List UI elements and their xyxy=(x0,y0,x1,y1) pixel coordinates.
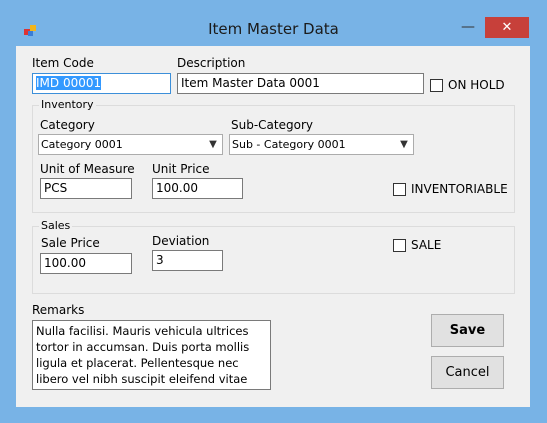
remarks-textarea[interactable]: Nulla facilisi. Mauris vehicula ultrices… xyxy=(32,320,271,390)
item-code-label: Item Code xyxy=(32,56,94,70)
sale-label: SALE xyxy=(411,238,442,252)
inventoriable-checkbox[interactable] xyxy=(393,183,406,196)
sub-category-dropdown[interactable]: Sub - Category 0001 ▼ xyxy=(229,134,414,155)
description-label: Description xyxy=(177,56,246,70)
deviation-field[interactable]: 3 xyxy=(152,250,223,271)
save-button[interactable]: Save xyxy=(431,314,504,347)
unit-of-measure-field[interactable]: PCS xyxy=(40,178,132,199)
item-code-value: IMD 00001 xyxy=(36,76,102,90)
minimize-button[interactable]: — xyxy=(455,18,481,38)
item-code-field[interactable]: IMD 00001 xyxy=(32,73,171,94)
on-hold-checkbox[interactable] xyxy=(430,79,443,92)
sub-category-label: Sub-Category xyxy=(231,118,313,132)
description-field[interactable]: Item Master Data 0001 xyxy=(177,73,424,94)
unit-of-measure-label: Unit of Measure xyxy=(40,162,135,176)
unit-price-label: Unit Price xyxy=(152,162,210,176)
remarks-label: Remarks xyxy=(32,303,85,317)
category-dropdown[interactable]: Category 0001 ▼ xyxy=(38,134,223,155)
deviation-label: Deviation xyxy=(152,234,210,248)
sales-group-title: Sales xyxy=(39,219,73,232)
form-body: Item Code IMD 00001 Description Item Mas… xyxy=(16,46,530,407)
inventoriable-label: INVENTORIABLE xyxy=(411,182,508,196)
category-value: Category 0001 xyxy=(41,138,123,151)
sale-price-label: Sale Price xyxy=(41,236,100,250)
cancel-button[interactable]: Cancel xyxy=(431,356,504,389)
unit-price-field[interactable]: 100.00 xyxy=(152,178,243,199)
chevron-down-icon: ▼ xyxy=(400,139,408,150)
app-window: Item Master Data — ✕ Item Code IMD 00001… xyxy=(0,0,547,423)
inventory-group-title: Inventory xyxy=(39,98,96,111)
title-bar: Item Master Data — ✕ xyxy=(0,0,547,38)
sale-checkbox[interactable] xyxy=(393,239,406,252)
close-button[interactable]: ✕ xyxy=(485,17,529,38)
sale-price-field[interactable]: 100.00 xyxy=(40,253,132,274)
category-label: Category xyxy=(40,118,95,132)
chevron-down-icon: ▼ xyxy=(209,139,217,150)
sub-category-value: Sub - Category 0001 xyxy=(232,138,346,151)
on-hold-label: ON HOLD xyxy=(448,78,505,92)
